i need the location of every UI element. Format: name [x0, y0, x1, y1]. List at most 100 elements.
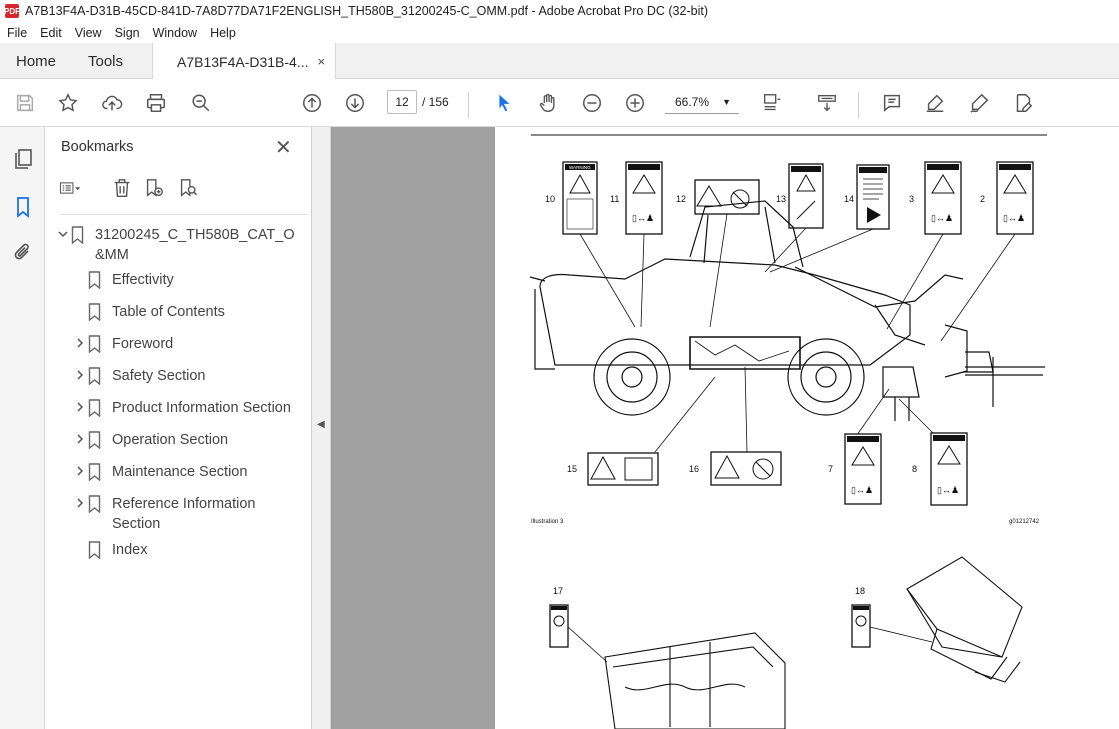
delete-bookmark-icon[interactable] — [111, 177, 135, 201]
tab-bar: Home Tools A7B13F4A-D31B-4... × — [0, 43, 1119, 80]
bookmark-ribbon-icon — [88, 335, 101, 353]
bookmarks-panel: Bookmarks ✕ 31200245_C_TH580B_CAT_O&MM E… — [45, 127, 312, 729]
bookmark-item[interactable]: Product Information Section — [74, 398, 302, 419]
tab-home[interactable]: Home — [16, 43, 56, 79]
bookmark-label: 31200245_C_TH580B_CAT_O&MM — [95, 227, 295, 263]
illustration-label: Illustration 3 — [531, 519, 564, 525]
chevron-right-icon[interactable] — [74, 463, 88, 483]
bookmarks-title: Bookmarks — [61, 139, 134, 155]
bookmark-label: Table of Contents — [112, 304, 225, 320]
chevron-right-icon[interactable] — [74, 495, 88, 515]
bookmark-item[interactable]: Operation Section — [74, 430, 302, 451]
menu-sign[interactable]: Sign — [108, 26, 146, 40]
bookmark-label: Effectivity — [112, 272, 174, 288]
toolbar-divider — [60, 214, 308, 215]
bookmark-item[interactable]: Index — [74, 540, 302, 560]
previous-page-icon[interactable] — [300, 91, 324, 115]
bookmark-root[interactable]: 31200245_C_TH580B_CAT_O&MM — [57, 225, 302, 265]
chevron-right-icon[interactable] — [74, 335, 88, 355]
cloud-upload-icon[interactable] — [100, 91, 124, 115]
panel-collapse-handle[interactable]: ◀ — [312, 127, 331, 729]
decal-15 — [587, 452, 659, 486]
leader-lines — [579, 213, 1016, 453]
decal-14 — [856, 164, 890, 230]
bookmarks-panel-icon[interactable] — [11, 195, 35, 219]
callout-11: 11 — [610, 194, 619, 204]
bookmark-item[interactable]: Reference Information Section — [74, 494, 302, 534]
zoom-out-icon[interactable] — [580, 91, 604, 115]
edit-pdf-icon[interactable] — [1011, 91, 1035, 115]
page-fit-icon[interactable] — [760, 91, 784, 115]
bookmark-ribbon-icon — [88, 271, 101, 289]
save-icon[interactable] — [13, 91, 37, 115]
menu-edit[interactable]: Edit — [33, 26, 68, 40]
decal-7: ▯↔♟ — [844, 433, 882, 505]
close-icon[interactable]: ✕ — [275, 135, 292, 160]
next-page-icon[interactable] — [343, 91, 367, 115]
tab-tools[interactable]: Tools — [88, 43, 123, 79]
attachments-paperclip-icon[interactable] — [11, 240, 35, 264]
chevron-right-icon[interactable] — [74, 399, 88, 419]
bookmark-ribbon-icon — [88, 367, 101, 385]
bookmark-star-icon[interactable] — [56, 91, 80, 115]
telehandler-drawing — [529, 200, 1045, 421]
bucket-drawing — [604, 632, 786, 729]
chevron-right-icon[interactable] — [74, 431, 88, 451]
bookmark-ribbon-icon — [88, 463, 101, 481]
hand-tool-icon[interactable] — [536, 91, 560, 115]
page-number-input[interactable]: 12 — [387, 90, 417, 114]
bookmark-search-icon[interactable] — [177, 177, 201, 201]
tab-close-icon[interactable]: × — [318, 54, 326, 69]
callout-7: 7 — [828, 464, 833, 474]
menu-file[interactable]: File — [0, 26, 33, 40]
decal-11: ▯↔♟ — [625, 161, 663, 235]
comment-icon[interactable] — [880, 91, 904, 115]
tab-document-label: A7B13F4A-D31B-4... — [177, 53, 309, 70]
zoom-level-dropdown[interactable]: 66.7% ▼ — [665, 90, 739, 114]
callout-8: 8 — [912, 464, 917, 474]
bookmark-label: Operation Section — [112, 432, 229, 448]
menu-window[interactable]: Window — [146, 26, 203, 40]
menu-view[interactable]: View — [68, 26, 108, 40]
bookmark-item[interactable]: Safety Section — [74, 366, 302, 387]
callout-2: 2 — [980, 194, 985, 204]
bookmark-label: Foreword — [112, 336, 174, 352]
window-title-bar: PDF A7B13F4A-D31B-45CD-841D-7A8D77DA71F2… — [0, 0, 1119, 22]
decal-16 — [710, 451, 782, 486]
bookmark-item[interactable]: Effectivity — [74, 270, 302, 290]
new-bookmark-icon[interactable] — [143, 177, 167, 201]
select-cursor-icon[interactable] — [492, 91, 516, 115]
zoom-search-icon[interactable] — [189, 91, 213, 115]
bookmark-item[interactable]: Maintenance Section — [74, 462, 302, 483]
left-nav-rail — [0, 127, 45, 729]
collapse-arrow-icon[interactable]: ◀ — [317, 419, 325, 430]
callout-16: 16 — [689, 464, 699, 474]
bookmark-item[interactable]: Foreword — [74, 334, 302, 355]
hopper-drawing — [906, 556, 1023, 683]
scroll-mode-icon[interactable] — [815, 91, 839, 115]
figure-code: g01212742 — [1009, 519, 1040, 525]
chevron-down-icon[interactable] — [57, 226, 71, 246]
page-total: / 156 — [422, 95, 449, 109]
document-viewport[interactable]: WARNING 10 ▯↔♟ 11 12 13 14 ▯↔♟ 3 ▯↔♟ 2 1… — [331, 127, 1119, 729]
chevron-right-icon[interactable] — [74, 367, 88, 387]
bookmark-label: Product Information Section — [112, 400, 291, 416]
svg-text:▯↔♟: ▯↔♟ — [1003, 213, 1025, 223]
main-toolbar — [0, 79, 1119, 127]
bookmark-options-icon[interactable] — [59, 177, 83, 201]
menu-help[interactable]: Help — [203, 26, 242, 40]
bookmark-item[interactable]: Table of Contents — [74, 302, 302, 322]
svg-text:▯↔♟: ▯↔♟ — [851, 485, 873, 495]
sign-pen-icon[interactable] — [967, 91, 991, 115]
zoom-in-icon[interactable] — [623, 91, 647, 115]
decal-2: ▯↔♟ — [996, 161, 1034, 235]
print-icon[interactable] — [144, 91, 168, 115]
bookmark-ribbon-icon — [88, 431, 101, 449]
tab-document[interactable]: A7B13F4A-D31B-4... × — [152, 43, 337, 80]
decal-18 — [851, 604, 871, 648]
decal-3: ▯↔♟ — [924, 161, 962, 235]
svg-text:▯↔♟: ▯↔♟ — [937, 485, 959, 495]
highlight-pen-icon[interactable] — [923, 91, 947, 115]
callout-3: 3 — [909, 194, 914, 204]
page-thumbnails-icon[interactable] — [11, 147, 35, 171]
